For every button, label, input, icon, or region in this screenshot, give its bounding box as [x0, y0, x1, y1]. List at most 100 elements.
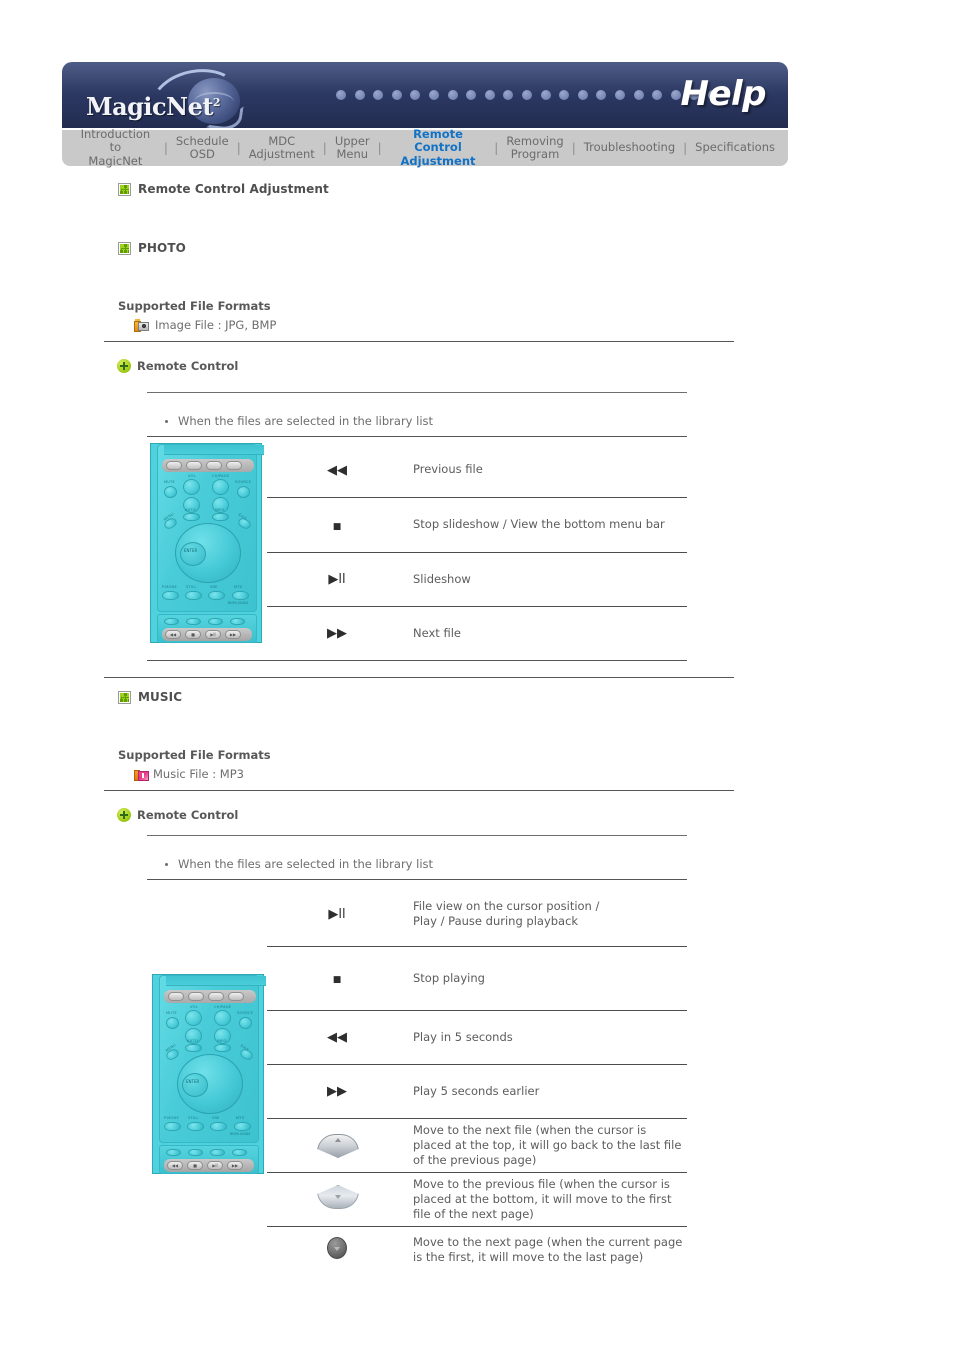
rewind-icon: ◀◀ — [327, 462, 347, 478]
curve-down-button-icon — [317, 1188, 357, 1206]
banner-dot — [447, 90, 458, 100]
key-icon-cell: ◀◀ — [267, 443, 407, 498]
key-icon-cell: ■ — [267, 497, 407, 553]
divider — [147, 835, 687, 836]
key-icon-cell: ◀◀ — [267, 1010, 407, 1065]
bullet-note-text: When the files are selected in the libra… — [178, 857, 434, 871]
key-description-cell: Stop slideshow / View the bottom menu ba… — [407, 497, 687, 553]
divider — [147, 660, 687, 661]
plus-icon — [117, 808, 131, 822]
rewind-icon: ◀◀ — [327, 1030, 347, 1045]
banner-dot — [410, 90, 421, 100]
divider — [147, 436, 687, 437]
bullet-icon — [165, 420, 168, 423]
key-description-cell: Slideshow — [407, 552, 687, 607]
banner-dot-row — [336, 90, 718, 100]
table-row: ■ Stop playing — [267, 946, 687, 1011]
header-banner: MagicNet2 Help — [62, 62, 788, 128]
supported-formats-label: Supported File Formats — [118, 748, 271, 762]
photo-file-icon — [134, 318, 149, 332]
bullet-icon — [165, 863, 168, 866]
nav-tab-0[interactable]: Introduction to MagicNet — [68, 127, 163, 169]
key-description-cell: Previous file — [407, 443, 687, 498]
page-title-row: Remote Control Adjustment — [118, 182, 329, 196]
magicnet-logo[interactable]: MagicNet2 — [80, 62, 270, 128]
remote-control-heading-music: Remote Control — [117, 808, 238, 822]
banner-dot — [614, 90, 625, 100]
banner-dot — [596, 90, 607, 100]
supported-formats-value-row: Image File : JPG, BMP — [134, 318, 276, 332]
table-row: ▶ll File view on the cursor position / Pl… — [267, 882, 687, 947]
key-description-cell: Move to the next file (when the cursor i… — [407, 1118, 687, 1173]
samsung-remote-control-image: VOL CH/PAGE MUTE SOURCE AUTO INFO MENU E… — [150, 443, 264, 643]
play-pause-icon: ▶ll — [328, 572, 346, 587]
sitemap-icon — [118, 690, 131, 704]
nav-tab-2[interactable]: MDC Adjustment — [242, 134, 322, 162]
banner-dot — [354, 90, 365, 100]
sitemap-icon — [118, 241, 131, 255]
banner-dot — [540, 90, 551, 100]
table-row: ▶▶ Next file — [267, 606, 687, 660]
key-icon-cell — [267, 1118, 407, 1173]
section-heading-photo: PHOTO — [118, 241, 186, 255]
music-file-icon — [134, 768, 149, 781]
supported-formats-label: Supported File Formats — [118, 299, 271, 313]
main-navigation-tabs[interactable]: Introduction to MagicNet | Schedule OSD | MD… — [62, 127, 788, 169]
banner-dot — [428, 90, 439, 100]
section-heading-music: MUSIC — [118, 690, 182, 704]
banner-dot — [336, 90, 346, 100]
help-page: MagicNet2 Help Introduction to MagicNet |… — [0, 0, 954, 1351]
key-description-cell: File view on the cursor position / Play … — [407, 882, 687, 947]
supported-formats-value-row: Music File : MP3 — [134, 767, 271, 781]
logo-text: MagicNet2 — [86, 92, 221, 121]
play-pause-icon: ▶ll — [328, 906, 346, 922]
banner-dot — [521, 90, 532, 100]
divider — [104, 790, 734, 791]
divider — [147, 392, 687, 393]
key-icon-cell: ▶▶ — [267, 1064, 407, 1119]
key-icon-cell: ▶▶ — [267, 606, 407, 660]
sitemap-icon — [118, 182, 131, 196]
key-icon-cell — [267, 1172, 407, 1227]
samsung-remote-control-image: VOL CH/PAGE MUTE SOURCE AUTO INFO MENU E… — [152, 974, 266, 1174]
banner-dot — [652, 90, 663, 100]
supported-formats-value: Music File : MP3 — [153, 767, 244, 781]
nav-tab-1[interactable]: Schedule OSD — [169, 134, 236, 162]
table-row: Move to the next file (when the cursor i… — [267, 1118, 687, 1173]
table-row: ■ Stop slideshow / View the bottom menu b… — [267, 497, 687, 553]
key-description-cell: Stop playing — [407, 946, 687, 1011]
remote-key-table-photo: ◀◀ Previous file ■ Stop slideshow / View th… — [267, 443, 687, 660]
divider — [104, 341, 734, 342]
nav-tab-5[interactable]: Removing Program — [499, 134, 570, 162]
table-row: ▶ll Slideshow — [267, 552, 687, 607]
nav-tab-7[interactable]: Specifications — [688, 141, 782, 155]
page-title: Remote Control Adjustment — [138, 182, 329, 196]
remote-control-heading-photo: Remote Control — [117, 359, 238, 373]
remote-key-table-music: ▶ll File view on the cursor position / Pl… — [267, 882, 687, 1273]
key-icon-cell: ▶ll — [267, 882, 407, 947]
key-description-cell: Play 5 seconds earlier — [407, 1064, 687, 1119]
table-row: Move to the next page (when the current … — [267, 1226, 687, 1273]
banner-dot — [559, 90, 570, 100]
bullet-note-text: When the files are selected in the libra… — [178, 414, 434, 428]
round-button-icon — [327, 1236, 347, 1259]
remote-control-label: Remote Control — [137, 808, 239, 822]
key-description-cell: Move to the next page (when the current … — [413, 1234, 683, 1264]
table-row: Move to the previous file (when the curs… — [267, 1172, 687, 1227]
nav-tab-6[interactable]: Troubleshooting — [577, 141, 682, 155]
header-title: Help — [680, 74, 766, 114]
nav-tab-4[interactable]: Remote Control Adjustment — [383, 127, 494, 169]
nav-tab-3[interactable]: Upper Menu — [328, 134, 377, 162]
curve-up-button-icon — [317, 1134, 357, 1152]
fast-forward-icon: ▶▶ — [327, 1084, 347, 1099]
key-description-cell: Next file — [413, 625, 461, 640]
bullet-note-music: When the files are selected in the libra… — [165, 857, 433, 871]
stop-icon: ■ — [332, 521, 342, 532]
banner-dot — [633, 90, 644, 100]
divider — [147, 879, 687, 880]
supported-formats-music: Supported File Formats Music File : MP3 — [118, 748, 271, 781]
fast-forward-icon: ▶▶ — [327, 626, 347, 642]
key-icon-cell: ▶ll — [267, 552, 407, 607]
table-row: ▶▶ Play 5 seconds earlier — [267, 1064, 687, 1119]
key-icon-cell — [267, 1226, 407, 1273]
